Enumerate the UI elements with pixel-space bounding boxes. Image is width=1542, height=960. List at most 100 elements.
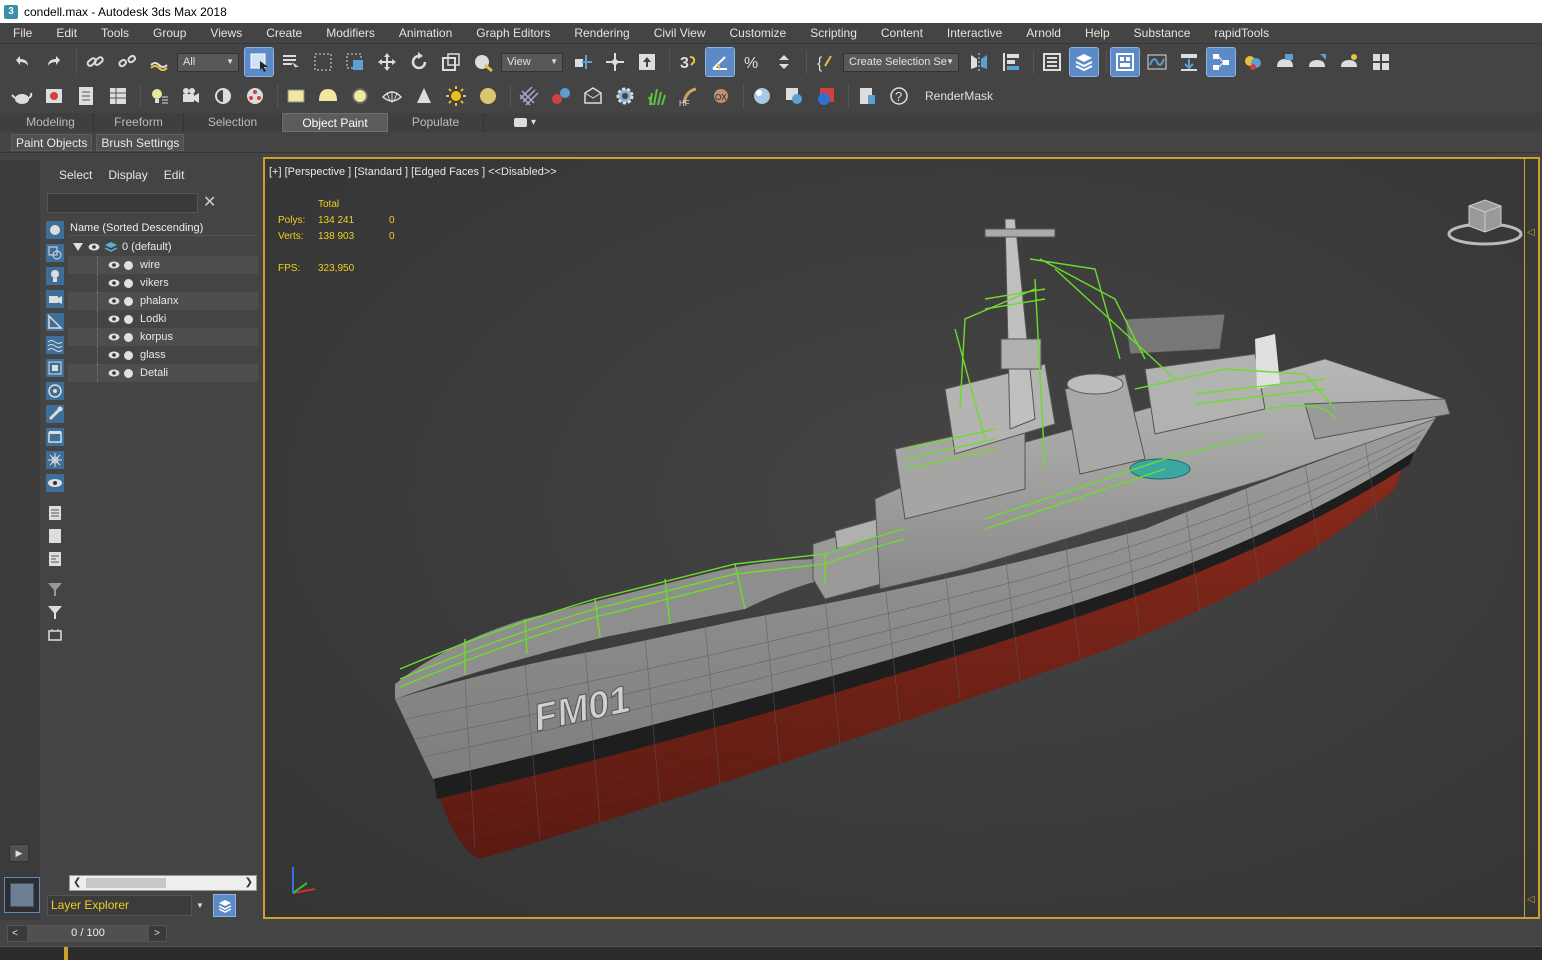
material-preview-icon[interactable] [812, 82, 840, 110]
layer-row[interactable]: vikers [68, 274, 258, 292]
menu-views[interactable]: Views [198, 23, 254, 44]
render-production-icon[interactable] [1335, 48, 1363, 76]
envelope-icon[interactable] [579, 82, 607, 110]
hemisphere-primitive-icon[interactable] [314, 82, 342, 110]
menu-modifiers[interactable]: Modifiers [314, 23, 387, 44]
layer-row[interactable]: Lodki [68, 310, 258, 328]
layer-row[interactable]: glass [68, 346, 258, 364]
perspective-viewport[interactable]: FM01 [+] [Perspective] [Standard] [Edg… [263, 157, 1540, 919]
lights-filter-icon[interactable] [45, 266, 65, 286]
menu-substance[interactable]: Substance [1122, 23, 1203, 44]
sphere-solid-icon[interactable] [474, 82, 502, 110]
filter-remove-icon[interactable] [45, 579, 65, 599]
groups-filter-icon[interactable] [45, 358, 65, 378]
tab-selection[interactable]: Selection [184, 113, 282, 132]
layer-row[interactable]: Detali [68, 364, 258, 382]
angle-snap-icon[interactable] [705, 47, 735, 77]
teapot-icon[interactable] [8, 82, 36, 110]
tab-modeling[interactable]: Modeling [8, 113, 94, 132]
eye-icon[interactable] [108, 313, 120, 325]
menu-file[interactable]: File [0, 23, 44, 44]
menu-tools[interactable]: Tools [89, 23, 141, 44]
scrollbar-thumb[interactable] [86, 878, 166, 888]
column-header-name[interactable]: Name (Sorted Descending) [68, 220, 257, 236]
percent-snap-icon[interactable]: % [738, 48, 766, 76]
undo-icon[interactable] [8, 48, 36, 76]
link-icon[interactable] [81, 48, 109, 76]
dope-sheet-icon[interactable] [1175, 48, 1203, 76]
film-reel-icon[interactable] [241, 82, 269, 110]
spacewarps-filter-icon[interactable] [45, 335, 65, 355]
menu-rapidtools[interactable]: rapidTools [1202, 23, 1281, 44]
mirror-icon[interactable] [965, 48, 993, 76]
bones-filter-icon[interactable] [45, 404, 65, 424]
rectangular-selection-icon[interactable] [309, 48, 337, 76]
select-by-name-icon[interactable] [277, 48, 305, 76]
spinner-snap-icon[interactable] [770, 48, 798, 76]
rotate-icon[interactable] [405, 48, 433, 76]
helpers-filter-icon[interactable] [45, 312, 65, 332]
invert-display-icon[interactable] [45, 549, 65, 569]
rendermask-label[interactable]: RenderMask [925, 89, 993, 103]
menu-group[interactable]: Group [141, 23, 198, 44]
eye-icon[interactable] [108, 259, 120, 271]
scroll-right-icon[interactable]: ❯ [245, 876, 253, 890]
timeline-track[interactable] [0, 946, 1542, 960]
selection-filter-dropdown[interactable]: All ▼ [177, 52, 239, 72]
lattice-icon[interactable] [515, 82, 543, 110]
display-all-icon[interactable] [45, 503, 65, 523]
scale-icon[interactable] [437, 48, 465, 76]
menu-scripting[interactable]: Scripting [798, 23, 869, 44]
time-prev-button[interactable]: < [12, 926, 18, 941]
eye-icon[interactable] [108, 331, 120, 343]
menu-arnold[interactable]: Arnold [1014, 23, 1073, 44]
half-sphere-icon[interactable] [209, 82, 237, 110]
hair-fur-icon[interactable]: HF [675, 82, 703, 110]
plane-primitive-icon[interactable] [282, 82, 310, 110]
explorer-type-dropdown[interactable]: Layer Explorer [47, 895, 192, 916]
scene-explorer-toggle-icon[interactable] [1038, 48, 1066, 76]
scroll-left-icon[interactable]: ❮ [73, 876, 81, 890]
xrefs-filter-icon[interactable] [45, 381, 65, 401]
move-icon[interactable] [373, 48, 401, 76]
eye-icon[interactable] [88, 241, 100, 253]
menu-create[interactable]: Create [254, 23, 314, 44]
eye-icon[interactable] [108, 349, 120, 361]
frozen-filter-icon[interactable] [45, 450, 65, 470]
eye-icon[interactable] [108, 295, 120, 307]
geosphere-cage-icon[interactable] [378, 82, 406, 110]
tab-object-paint[interactable]: Object Paint [282, 113, 388, 132]
eye-icon[interactable] [108, 277, 120, 289]
named-selection-dropdown[interactable]: Create Selection Se ▼ [843, 52, 959, 72]
render-setup-icon[interactable] [1271, 48, 1299, 76]
rendered-frame-window-icon[interactable] [1303, 48, 1331, 76]
menu-animation[interactable]: Animation [387, 23, 464, 44]
viewport-label[interactable]: [+] [Perspective ] [Standard ] [Edged Fa… [269, 166, 557, 178]
explorer-menu-edit[interactable]: Edit [156, 168, 193, 182]
curve-editor-icon[interactable] [1143, 48, 1171, 76]
layer-row[interactable]: phalanx [68, 292, 258, 310]
align-icon[interactable] [997, 48, 1025, 76]
unlink-icon[interactable] [113, 48, 141, 76]
expand-triangle-icon[interactable] [73, 243, 83, 251]
menu-rendering[interactable]: Rendering [562, 23, 641, 44]
menu-help[interactable]: Help [1073, 23, 1122, 44]
menu-edit[interactable]: Edit [44, 23, 89, 44]
geometry-filter-icon[interactable] [45, 220, 65, 240]
explorer-menu-select[interactable]: Select [42, 168, 100, 182]
render-frame-icon[interactable] [40, 82, 68, 110]
gear-icon[interactable] [611, 82, 639, 110]
bracket-filter-icon[interactable] [45, 625, 65, 645]
camera-icon[interactable] [177, 82, 205, 110]
sun-light-icon[interactable] [442, 82, 470, 110]
material-sphere-icon[interactable] [748, 82, 776, 110]
reference-coordinate-dropdown[interactable]: View ▼ [501, 52, 563, 72]
expand-panel-button[interactable]: ▶ [9, 844, 29, 862]
keyboard-shortcut-icon[interactable] [633, 48, 661, 76]
molecule-icon[interactable] [547, 82, 575, 110]
menu-graph-editors[interactable]: Graph Editors [464, 23, 562, 44]
spreadsheet-icon[interactable] [104, 82, 132, 110]
containers-filter-icon[interactable] [45, 427, 65, 447]
tab-populate[interactable]: Populate [388, 113, 484, 132]
pivot-center-icon[interactable] [569, 48, 597, 76]
